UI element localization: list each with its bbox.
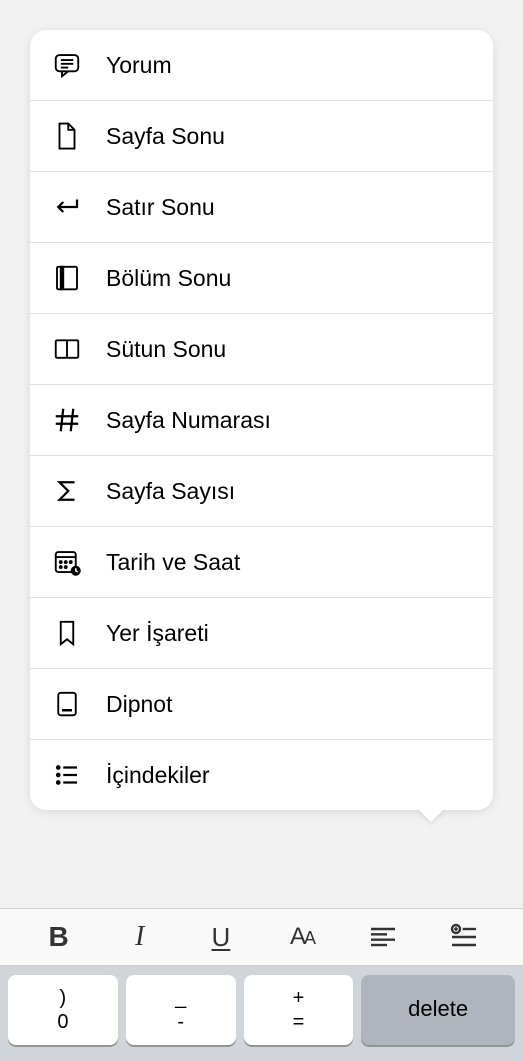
menu-label: Bölüm Sonu (106, 265, 231, 292)
menu-label: Yer İşareti (106, 620, 209, 647)
menu-label: Tarih ve Saat (106, 549, 240, 576)
keyboard-row: ) 0 _ - + = delete (0, 966, 523, 1061)
menu-label: Sayfa Sonu (106, 123, 225, 150)
comment-icon (50, 48, 84, 82)
italic-button[interactable]: I (110, 915, 170, 959)
insert-menu-panel: Yorum Sayfa Sonu (30, 30, 493, 810)
footnote-icon (50, 687, 84, 721)
key-equals[interactable]: + = (244, 975, 354, 1045)
menu-label: Sütun Sonu (106, 336, 226, 363)
insert-button[interactable] (434, 915, 494, 959)
popup-pointer (417, 808, 445, 822)
menu-item-bookmark[interactable]: Yer İşareti (30, 598, 493, 669)
column-break-icon (50, 332, 84, 366)
menu-label: Dipnot (106, 691, 172, 718)
menu-item-date-time[interactable]: Tarih ve Saat (30, 527, 493, 598)
sigma-icon (50, 474, 84, 508)
menu-item-toc[interactable]: İçindekiler (30, 740, 493, 810)
underline-button[interactable]: U (191, 915, 251, 959)
menu-label: Yorum (106, 52, 172, 79)
menu-label: Sayfa Sayısı (106, 478, 235, 505)
list-icon (50, 758, 84, 792)
key-minus[interactable]: _ - (126, 975, 236, 1045)
menu-item-line-break[interactable]: Satır Sonu (30, 172, 493, 243)
menu-label: Satır Sonu (106, 194, 215, 221)
bold-button[interactable]: B (29, 915, 89, 959)
format-toolbar: B I U AA (0, 908, 523, 966)
insert-icon (448, 921, 480, 953)
menu-item-footnote[interactable]: Dipnot (30, 669, 493, 740)
key-delete[interactable]: delete (361, 975, 515, 1045)
calendar-icon (50, 545, 84, 579)
menu-item-comment[interactable]: Yorum (30, 30, 493, 101)
menu-item-column-break[interactable]: Sütun Sonu (30, 314, 493, 385)
section-break-icon (50, 261, 84, 295)
menu-label: İçindekiler (106, 762, 210, 789)
menu-item-page-number[interactable]: Sayfa Numarası (30, 385, 493, 456)
menu-item-page-break[interactable]: Sayfa Sonu (30, 101, 493, 172)
menu-label: Sayfa Numarası (106, 407, 271, 434)
menu-item-section-break[interactable]: Bölüm Sonu (30, 243, 493, 314)
menu-item-page-count[interactable]: Sayfa Sayısı (30, 456, 493, 527)
key-0[interactable]: ) 0 (8, 975, 118, 1045)
bookmark-icon (50, 616, 84, 650)
fontsize-button[interactable]: AA (272, 915, 332, 959)
hash-icon (50, 403, 84, 437)
align-icon (367, 921, 399, 953)
align-button[interactable] (353, 915, 413, 959)
line-break-icon (50, 190, 84, 224)
page-break-icon (50, 119, 84, 153)
